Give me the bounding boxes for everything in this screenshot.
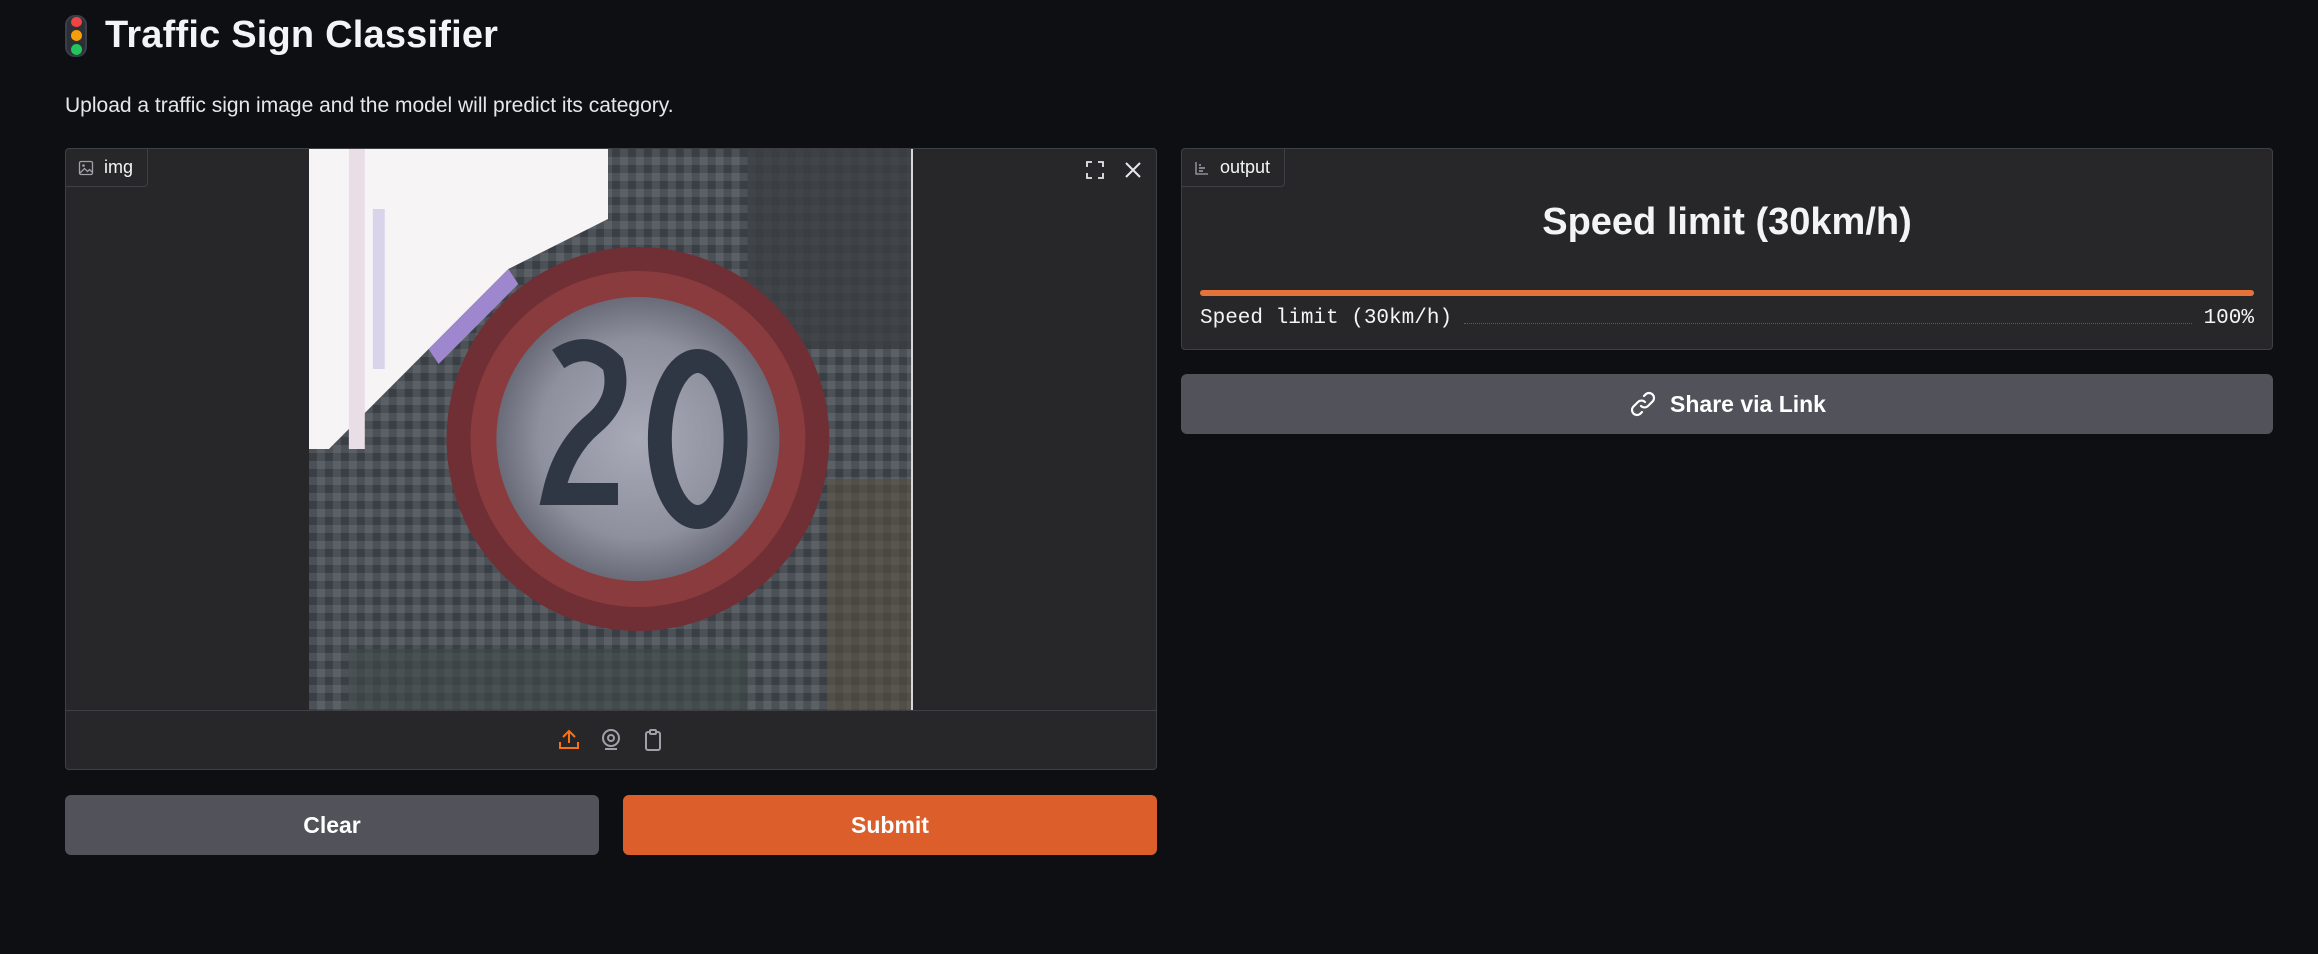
share-button-label: Share via Link [1670,390,1826,417]
confidence-row: Speed limit (30km/h) 100% [1200,307,2254,330]
page-title: Traffic Sign Classifier [105,14,499,56]
output-label: output [1182,149,1286,187]
image-preview-area[interactable] [66,149,1156,710]
webcam-icon[interactable] [599,728,623,752]
bar-chart-icon [1195,161,1208,175]
image-controls [1080,155,1148,185]
confidence-value: 100% [2203,307,2254,330]
clear-button[interactable]: Clear [65,795,599,855]
image-input-panel: img [65,148,1157,770]
confidence-class-label: Speed limit (30km/h) [1200,307,1453,330]
clipboard-icon[interactable] [641,728,665,752]
fullscreen-icon[interactable] [1080,155,1110,185]
uploaded-image [309,149,913,710]
close-icon[interactable] [1118,155,1148,185]
output-label-panel: output Speed limit (30km/h) Speed limit … [1181,148,2273,350]
confidence-bar [1200,290,2254,296]
image-input-label-text: img [104,157,134,177]
link-icon [1630,391,1656,417]
upload-icon[interactable] [557,728,581,752]
output-label-text: output [1220,157,1271,177]
submit-button[interactable]: Submit [623,795,1157,855]
app-root: Traffic Sign Classifier Upload a traffic… [0,0,2318,954]
image-icon [78,160,94,175]
image-input-label: img [66,149,149,187]
confidence-bar-fill [1200,290,2254,296]
traffic-light-icon [65,14,87,57]
page-description: Upload a traffic sign image and the mode… [65,94,674,117]
header: Traffic Sign Classifier [65,14,498,57]
image-source-selector [66,710,1156,769]
confidence-leader [1464,323,2192,324]
share-via-link-button[interactable]: Share via Link [1181,374,2273,434]
predicted-class: Speed limit (30km/h) [1542,201,1912,243]
